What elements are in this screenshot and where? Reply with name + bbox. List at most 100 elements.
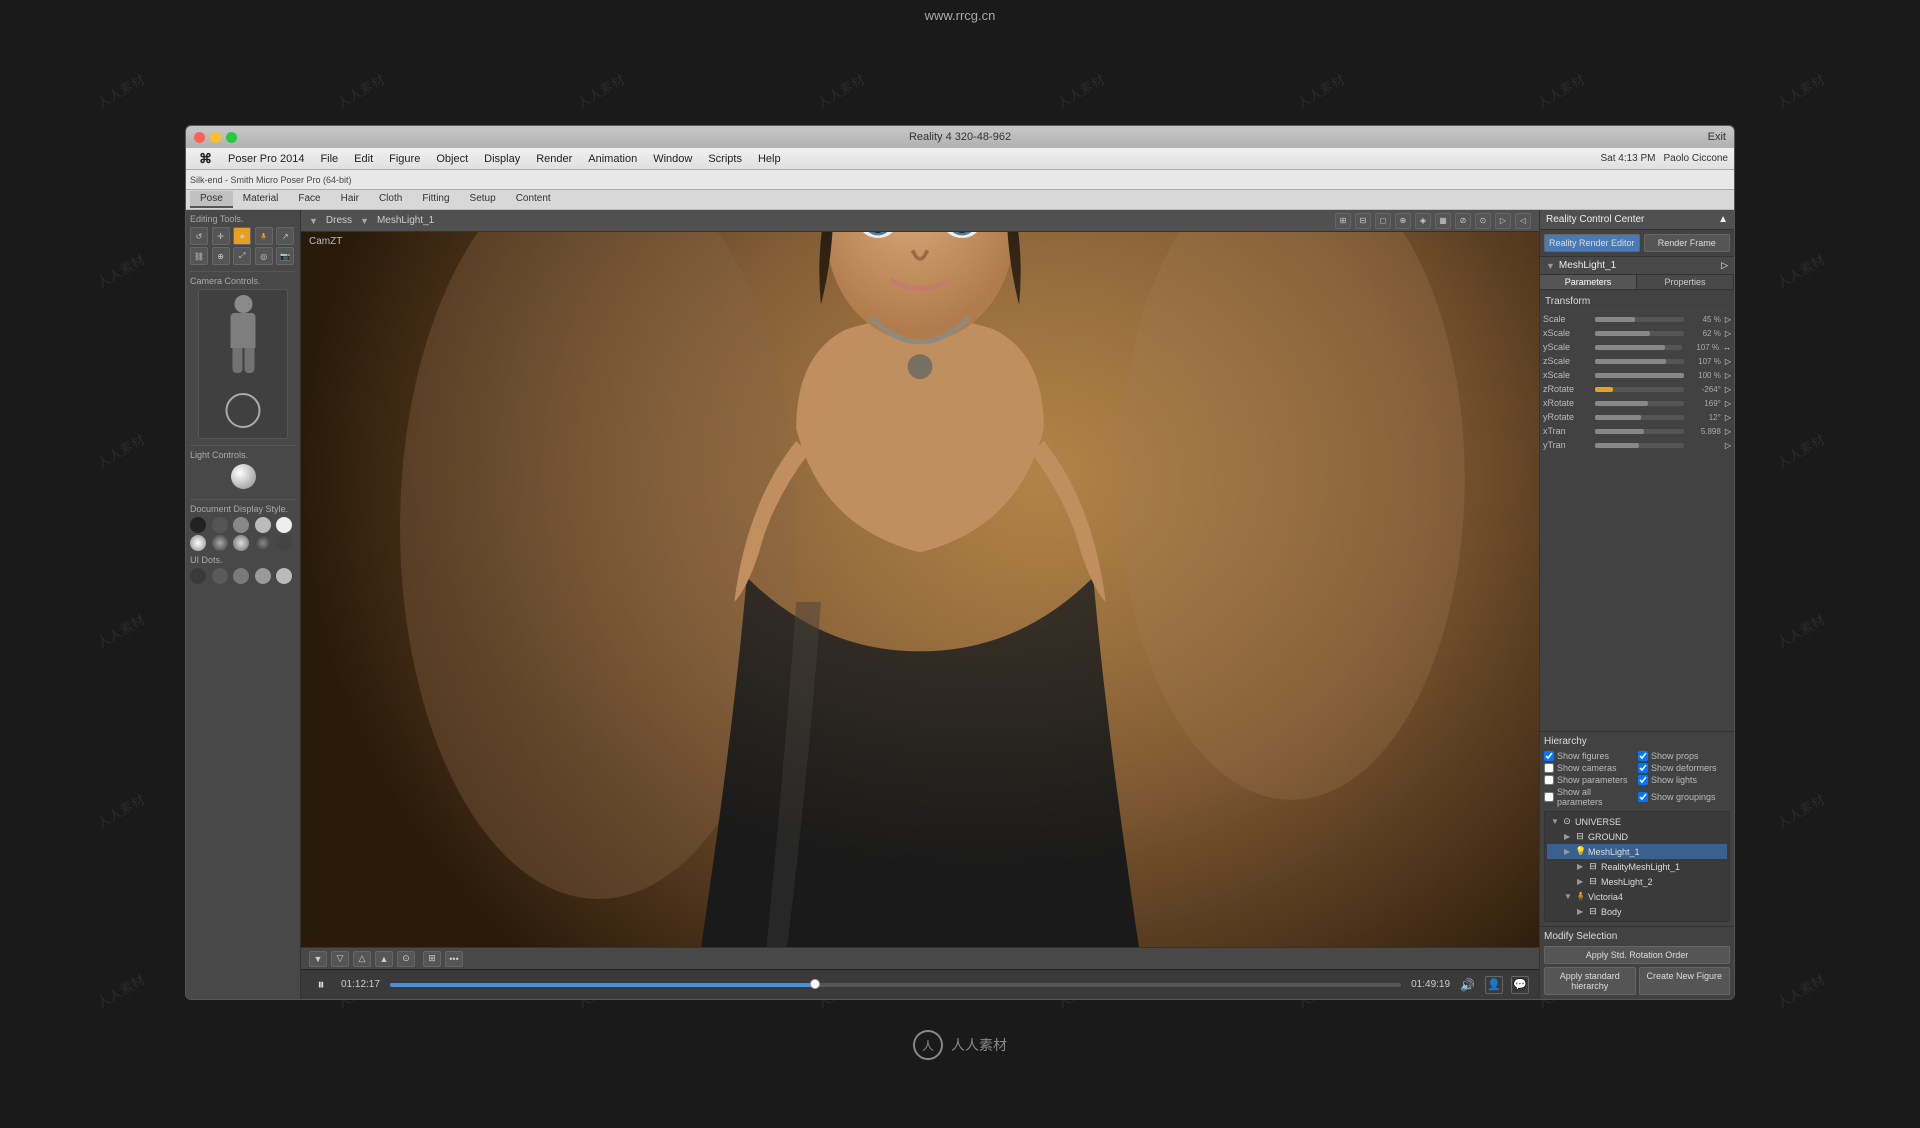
- vp-btn-camera[interactable]: ⊙: [397, 951, 415, 967]
- icon-expand[interactable]: ▷: [1495, 213, 1511, 229]
- cb-show-all-params[interactable]: [1544, 792, 1554, 802]
- tab-fitting[interactable]: Fitting: [412, 191, 459, 208]
- param-scale2-slider[interactable]: [1595, 373, 1684, 378]
- tab-cloth[interactable]: Cloth: [369, 191, 412, 208]
- ui-dot-2[interactable]: [212, 568, 228, 584]
- progress-bar[interactable]: [390, 983, 1401, 987]
- tree-meshlight1[interactable]: ▶ 💡 MeshLight_1: [1547, 844, 1727, 859]
- param-xrotate-expand[interactable]: ▷: [1725, 399, 1731, 408]
- tree-realitymeshlight[interactable]: ▶ ⊟ RealityMeshLight_1: [1547, 859, 1727, 874]
- apply-rotation-btn[interactable]: Apply Std. Rotation Order: [1544, 946, 1730, 964]
- vp-btn-2[interactable]: ▽: [331, 951, 349, 967]
- tab-material[interactable]: Material: [233, 191, 289, 208]
- menu-edit[interactable]: Edit: [347, 151, 380, 167]
- tool-chain[interactable]: ⛓: [190, 247, 208, 265]
- menu-file[interactable]: File: [313, 151, 345, 167]
- swatch-sphere3[interactable]: [233, 535, 249, 551]
- tree-universe[interactable]: ▼ ⊙ UNIVERSE: [1547, 814, 1727, 829]
- swatch-sphere1[interactable]: [190, 535, 206, 551]
- render-frame-btn[interactable]: Render Frame: [1644, 234, 1730, 252]
- maximize-button[interactable]: [226, 132, 237, 143]
- vp-btn-1[interactable]: ▼: [309, 951, 327, 967]
- tool-scale[interactable]: ⤢: [233, 247, 251, 265]
- light-sphere[interactable]: [231, 464, 256, 489]
- ui-dot-4[interactable]: [255, 568, 271, 584]
- apply-hierarchy-btn[interactable]: Apply standard hierarchy: [1544, 967, 1636, 995]
- tab-hair[interactable]: Hair: [331, 191, 369, 208]
- swatch-sphere4[interactable]: [255, 535, 271, 551]
- param-yscale-expand[interactable]: ↔: [1723, 343, 1731, 352]
- tab-face[interactable]: Face: [288, 191, 330, 208]
- param-zscale-expand[interactable]: ▷: [1725, 357, 1731, 366]
- vp-btn-3[interactable]: △: [353, 951, 371, 967]
- param-xscale-expand[interactable]: ▷: [1725, 329, 1731, 338]
- vp-btn-expand[interactable]: ⊞: [423, 951, 441, 967]
- swatch-dark[interactable]: [190, 517, 206, 533]
- tool-translate[interactable]: ✛: [212, 227, 230, 245]
- param-zrotate-expand[interactable]: ▷: [1725, 385, 1731, 394]
- icon-8[interactable]: ⊙: [1475, 213, 1491, 229]
- vp-btn-dots[interactable]: •••: [445, 951, 463, 967]
- cb-show-deformers[interactable]: [1638, 763, 1648, 773]
- pause-button[interactable]: ⏸: [311, 975, 331, 995]
- cb-show-lights[interactable]: [1638, 775, 1648, 785]
- param-xscale-slider[interactable]: [1595, 331, 1684, 336]
- user-icon[interactable]: 👤: [1485, 976, 1503, 994]
- volume-icon[interactable]: 🔊: [1460, 978, 1475, 992]
- close-button[interactable]: [194, 132, 205, 143]
- dress-dropdown[interactable]: Dress: [326, 215, 352, 226]
- icon-7[interactable]: ⊘: [1455, 213, 1471, 229]
- vp-btn-4[interactable]: ▲: [375, 951, 393, 967]
- param-scale-slider[interactable]: [1595, 317, 1684, 322]
- param-ytran-slider[interactable]: [1595, 443, 1684, 448]
- param-ytran-expand[interactable]: ▷: [1725, 441, 1731, 450]
- param-scale2-expand[interactable]: ▷: [1725, 371, 1731, 380]
- param-scale-expand[interactable]: ▷: [1725, 315, 1731, 324]
- cb-show-params[interactable]: [1544, 775, 1554, 785]
- apple-menu[interactable]: ⌘: [192, 149, 219, 169]
- tree-victoria[interactable]: ▼ 🧍 Victoria4: [1547, 889, 1727, 904]
- panel-collapse-icon[interactable]: ▲: [1718, 214, 1728, 225]
- tool-rotate[interactable]: ↺: [190, 227, 208, 245]
- swatch-mid[interactable]: [212, 517, 228, 533]
- param-zscale-slider[interactable]: [1595, 359, 1684, 364]
- menu-help[interactable]: Help: [751, 151, 788, 167]
- menu-scripts[interactable]: Scripts: [701, 151, 749, 167]
- tree-body[interactable]: ▶ ⊟ Body: [1547, 904, 1727, 919]
- tab-pose[interactable]: Pose: [190, 191, 233, 208]
- swatch-lighter[interactable]: [255, 517, 271, 533]
- menu-window[interactable]: Window: [646, 151, 699, 167]
- param-xtran-slider[interactable]: [1595, 429, 1684, 434]
- param-xtran-expand[interactable]: ▷: [1725, 427, 1731, 436]
- ui-dot-5[interactable]: [276, 568, 292, 584]
- menu-render[interactable]: Render: [529, 151, 579, 167]
- render-editor-btn[interactable]: Reality Render Editor: [1544, 234, 1640, 252]
- icon-4[interactable]: ⊕: [1395, 213, 1411, 229]
- param-yscale-slider[interactable]: [1595, 345, 1682, 350]
- tool-body[interactable]: 🧍: [255, 227, 273, 245]
- swatch-sphere2[interactable]: [212, 535, 228, 551]
- icon-5[interactable]: ◈: [1415, 213, 1431, 229]
- icon-3[interactable]: ◻: [1375, 213, 1391, 229]
- tool-morph[interactable]: ◎: [255, 247, 273, 265]
- swatch-white[interactable]: [276, 517, 292, 533]
- viewport-canvas[interactable]: CamZT: [301, 232, 1539, 947]
- param-xrotate-slider[interactable]: [1595, 401, 1684, 406]
- mesh-expand-icon[interactable]: ▷: [1721, 260, 1728, 271]
- menu-object[interactable]: Object: [429, 151, 475, 167]
- mesh-dropdown[interactable]: MeshLight_1: [377, 215, 434, 226]
- tree-ground[interactable]: ▶ ⊟ GROUND: [1547, 829, 1727, 844]
- tool-camera[interactable]: 📷: [276, 247, 294, 265]
- menu-figure[interactable]: Figure: [382, 151, 427, 167]
- cb-show-props[interactable]: [1638, 751, 1648, 761]
- param-yrotate-expand[interactable]: ▷: [1725, 413, 1731, 422]
- create-figure-btn[interactable]: Create New Figure: [1639, 967, 1731, 995]
- menu-animation[interactable]: Animation: [581, 151, 644, 167]
- cb-show-cameras[interactable]: [1544, 763, 1554, 773]
- tab-content[interactable]: Content: [506, 191, 561, 208]
- tab-setup[interactable]: Setup: [460, 191, 506, 208]
- icon-1[interactable]: ⊞: [1335, 213, 1351, 229]
- progress-handle[interactable]: [810, 979, 820, 989]
- tree-meshlight2[interactable]: ▶ ⊟ MeshLight_2: [1547, 874, 1727, 889]
- tab-properties[interactable]: Properties: [1637, 275, 1734, 289]
